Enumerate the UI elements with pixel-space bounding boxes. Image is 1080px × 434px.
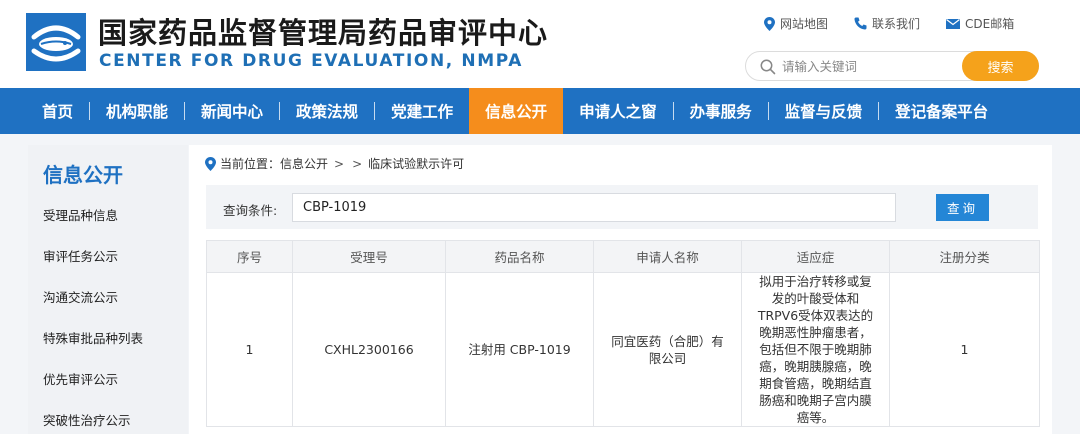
nav-item-news[interactable]: 新闻中心 — [185, 88, 279, 134]
sidebar-item-review-tasks[interactable]: 审评任务公示 — [43, 248, 143, 289]
sidebar-list: 受理品种信息 审评任务公示 沟通交流公示 特殊审批品种列表 优先审评公示 突破性… — [43, 207, 143, 434]
search-icon — [760, 59, 776, 75]
cde-mail-link[interactable]: CDE邮箱 — [946, 15, 1014, 32]
nav-item-services[interactable]: 办事服务 — [674, 88, 768, 134]
nav-item-home[interactable]: 首页 — [26, 88, 89, 134]
cell-drug-name: 注射用 CBP-1019 — [445, 272, 594, 427]
main-content: 当前位置：信息公开 > > 临床试验默示许可 查询条件: 查询 序号 受理号 药… — [189, 145, 1052, 434]
breadcrumb-current: 临床试验默示许可 — [368, 157, 465, 171]
cell-indication: 拟用于治疗转移或复发的叶酸受体和TRPV6受体双表达的晚期恶性肿瘤患者，包括但不… — [741, 272, 890, 427]
nav-item-registration[interactable]: 登记备案平台 — [879, 88, 1004, 134]
breadcrumb-separator: > — [352, 156, 363, 171]
breadcrumb-separator: > — [334, 156, 345, 171]
sidebar-title: 信息公开 — [43, 163, 123, 187]
site-title-en: CENTER FOR DRUG EVALUATION, NMPA — [99, 51, 523, 71]
top-links: 网站地图 联系我们 CDE邮箱 — [764, 15, 1014, 32]
query-label: 查询条件: — [223, 203, 278, 218]
main-nav: 首页 机构职能 新闻中心 政策法规 党建工作 信息公开 申请人之窗 办事服务 监… — [0, 88, 1080, 134]
location-pin-icon — [764, 16, 775, 31]
cell-applicant: 同宜医药（合肥）有限公司 — [593, 272, 742, 427]
site-search: 搜索 — [745, 51, 1039, 81]
site-search-input[interactable] — [782, 56, 952, 76]
col-header-drug-name: 药品名称 — [445, 240, 594, 273]
sidebar-item-breakthrough[interactable]: 突破性治疗公示 — [43, 412, 143, 434]
col-header-index: 序号 — [206, 240, 293, 273]
table-header-row: 序号 受理号 药品名称 申请人名称 适应症 注册分类 — [206, 240, 1040, 273]
mail-icon — [946, 18, 961, 29]
nav-item-functions[interactable]: 机构职能 — [90, 88, 184, 134]
col-header-indication: 适应症 — [741, 240, 890, 273]
result-table: 序号 受理号 药品名称 申请人名称 适应症 注册分类 1 CXHL2300166… — [206, 240, 1040, 427]
contact-link[interactable]: 联系我们 — [854, 15, 920, 32]
breadcrumb-info-disclosure[interactable]: 当前位置：信息公开 — [220, 155, 328, 172]
query-bar: 查询条件: 查询 — [206, 185, 1038, 229]
query-button[interactable]: 查询 — [936, 194, 989, 221]
sidebar: 信息公开 受理品种信息 审评任务公示 沟通交流公示 特殊审批品种列表 优先审评公… — [28, 145, 188, 434]
cell-index: 1 — [206, 272, 293, 427]
sidebar-item-communication[interactable]: 沟通交流公示 — [43, 289, 143, 330]
cell-registration-class: 1 — [889, 272, 1040, 427]
nav-item-party[interactable]: 党建工作 — [375, 88, 469, 134]
location-pin-icon — [205, 156, 216, 171]
site-search-button[interactable]: 搜索 — [962, 51, 1039, 81]
nav-item-feedback[interactable]: 监督与反馈 — [769, 88, 879, 134]
site-header: 国家药品监督管理局药品审评中心 CENTER FOR DRUG EVALUATI… — [0, 0, 1080, 88]
phone-icon — [854, 17, 867, 30]
col-header-applicant: 申请人名称 — [593, 240, 742, 273]
query-input[interactable] — [292, 193, 896, 222]
col-header-registration-class: 注册分类 — [889, 240, 1040, 273]
mail-label: CDE邮箱 — [965, 17, 1015, 31]
nav-item-policy[interactable]: 政策法规 — [280, 88, 374, 134]
cde-logo-icon[interactable] — [26, 13, 86, 71]
sidebar-item-accepted-varieties[interactable]: 受理品种信息 — [43, 207, 143, 248]
nav-item-applicant[interactable]: 申请人之窗 — [563, 88, 673, 134]
sitemap-link[interactable]: 网站地图 — [764, 15, 828, 32]
breadcrumb: 当前位置：信息公开 > > 临床试验默示许可 — [205, 155, 464, 172]
site-title-cn: 国家药品监督管理局药品审评中心 — [98, 16, 549, 50]
col-header-acceptance-no: 受理号 — [292, 240, 446, 273]
sitemap-label: 网站地图 — [780, 17, 829, 31]
cell-acceptance-no: CXHL2300166 — [292, 272, 446, 427]
sidebar-item-special-approval[interactable]: 特殊审批品种列表 — [43, 330, 143, 371]
nav-item-info-disclosure[interactable]: 信息公开 — [469, 88, 564, 134]
contact-label: 联系我们 — [872, 17, 921, 31]
table-row: 1 CXHL2300166 注射用 CBP-1019 同宜医药（合肥）有限公司 … — [206, 272, 1040, 427]
sidebar-item-priority-review[interactable]: 优先审评公示 — [43, 371, 143, 412]
